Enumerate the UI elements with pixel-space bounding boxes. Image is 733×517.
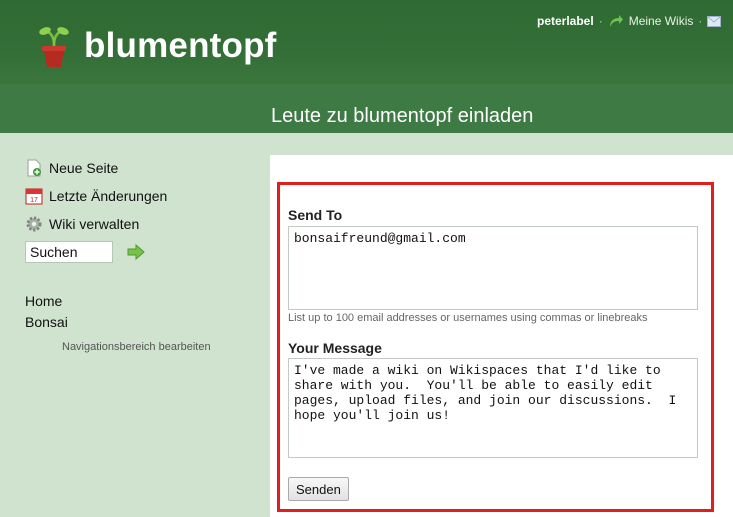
sidebar-item-new-page[interactable]: Neue Seite xyxy=(25,159,118,177)
send-to-label: Send To xyxy=(288,207,343,223)
sidebar-link-home[interactable]: Home xyxy=(25,293,62,309)
brand[interactable]: blumentopf xyxy=(38,24,277,68)
svg-text:17: 17 xyxy=(30,197,38,204)
brand-name: blumentopf xyxy=(84,26,277,65)
sidebar-search xyxy=(25,241,147,263)
sidebar-item-recent-changes[interactable]: 17 Letzte Änderungen xyxy=(25,187,167,205)
send-to-field[interactable]: bonsaifreund@gmail.com xyxy=(288,226,698,310)
send-button[interactable]: Senden xyxy=(288,477,349,501)
my-wikis-link[interactable]: Meine Wikis xyxy=(629,14,694,28)
top-nav: peterlabel · Meine Wikis · xyxy=(537,14,722,28)
sidebar-item-label: Letzte Änderungen xyxy=(49,188,168,204)
separator: · xyxy=(698,14,703,28)
page-title: Leute zu blumentopf einladen xyxy=(271,105,534,127)
edit-navigation-link[interactable]: Navigationsbereich bearbeiten xyxy=(62,341,211,353)
mail-icon[interactable] xyxy=(707,15,722,27)
sidebar-link-bonsai[interactable]: Bonsai xyxy=(25,314,68,330)
flowerpot-logo-icon xyxy=(39,27,69,67)
search-input[interactable] xyxy=(25,241,113,263)
message-label: Your Message xyxy=(288,340,382,356)
go-arrow-icon[interactable] xyxy=(125,241,147,263)
site-header: blumentopf peterlabel · Meine Wikis · xyxy=(0,0,733,84)
separator: · xyxy=(598,14,603,28)
send-to-hint: List up to 100 email addresses or userna… xyxy=(288,312,648,324)
curved-arrow-icon xyxy=(609,15,623,27)
calendar-icon: 17 xyxy=(25,188,43,205)
sidebar-item-label: Wiki verwalten xyxy=(49,216,140,232)
message-field[interactable]: I've made a wiki on Wikispaces that I'd … xyxy=(288,358,698,458)
new-page-icon xyxy=(27,159,41,177)
username-link[interactable]: peterlabel xyxy=(537,14,594,28)
sidebar-item-label: Neue Seite xyxy=(49,160,119,176)
sidebar-item-manage-wiki[interactable]: Wiki verwalten xyxy=(25,215,139,233)
gear-icon xyxy=(26,216,42,232)
